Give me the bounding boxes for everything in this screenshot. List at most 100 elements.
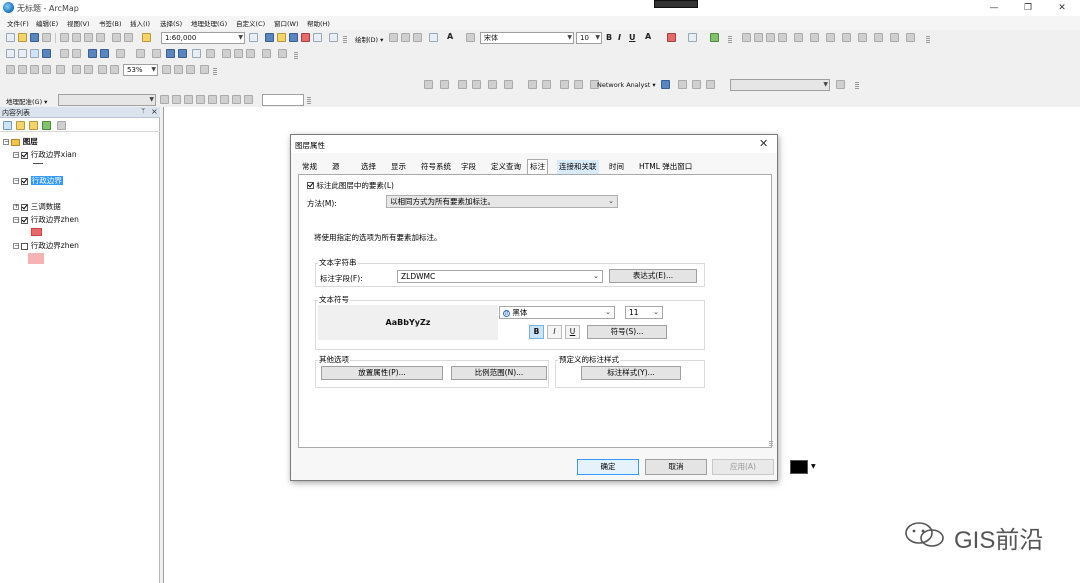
directions-icon[interactable] — [836, 80, 845, 89]
drawing-menu[interactable]: 绘制(D) ▾ — [355, 34, 383, 44]
layer-visibility-checkbox[interactable] — [21, 151, 29, 159]
symbol-underline-button[interactable]: U — [565, 325, 580, 339]
change-layout-icon[interactable] — [186, 65, 195, 74]
scale-tool-icon[interactable] — [184, 95, 193, 104]
label-field-select[interactable]: ZLDWMC ⌄ — [397, 270, 603, 283]
text-symbol-preview[interactable]: AaBbYyZz — [318, 305, 498, 340]
find-icon[interactable] — [222, 49, 231, 58]
collapse-icon[interactable]: − — [13, 243, 19, 249]
html-popup-icon[interactable] — [192, 49, 201, 58]
rectangle-icon[interactable] — [429, 33, 438, 42]
go-forward-extent-icon[interactable] — [110, 65, 119, 74]
print-icon[interactable] — [42, 33, 51, 42]
tab-fields[interactable]: 字段 — [459, 160, 478, 174]
toolbar-grip[interactable] — [307, 97, 311, 105]
toolbar-grip[interactable] — [213, 68, 217, 76]
edit-vertices-icon[interactable] — [466, 33, 475, 42]
flip-icon[interactable] — [826, 33, 835, 42]
rotate-left-icon[interactable] — [842, 33, 851, 42]
sketch-tool-icon[interactable] — [472, 80, 481, 89]
layout-zoom-out-icon[interactable] — [18, 65, 27, 74]
delete-icon[interactable] — [96, 33, 105, 42]
font-color-icon[interactable]: A — [645, 32, 651, 41]
tab-selection[interactable]: 选择 — [359, 160, 378, 174]
search-window-icon[interactable] — [289, 33, 298, 42]
order-icon[interactable] — [794, 33, 803, 42]
toc-layer-4[interactable]: − 行政边界zhen — [13, 214, 79, 225]
select-elements-icon[interactable] — [389, 33, 398, 42]
find-route-icon[interactable] — [234, 49, 243, 58]
topology-icon[interactable] — [424, 80, 433, 89]
toolbar-grip[interactable] — [343, 36, 347, 44]
bold-button[interactable]: B — [606, 33, 612, 42]
toolbar-grip[interactable] — [926, 36, 930, 44]
python-window-icon[interactable] — [313, 33, 322, 42]
tab-html-popup[interactable]: HTML 弹出窗口 — [637, 160, 694, 174]
rotate-georef-icon[interactable] — [574, 80, 583, 89]
reshape-icon[interactable] — [504, 80, 513, 89]
select-move-location-icon[interactable] — [692, 80, 701, 89]
zoom-percent-combo[interactable]: 53% ▼ — [123, 64, 158, 76]
method-select[interactable]: 以相同方式为所有要素加标注。 ⌄ — [386, 195, 618, 208]
add-control-point-icon[interactable] — [196, 95, 205, 104]
layer-visibility-checkbox[interactable] — [21, 177, 29, 185]
tab-symbology[interactable]: 符号系统 — [419, 160, 453, 174]
modelbuilder-icon[interactable] — [329, 33, 338, 42]
tab-general[interactable]: 常规 — [300, 160, 319, 174]
layer-visibility-checkbox[interactable] — [21, 216, 29, 224]
split-icon[interactable] — [488, 80, 497, 89]
menu-view[interactable]: 视图(V) — [67, 18, 90, 28]
editor-toolbar-icon[interactable] — [249, 33, 258, 42]
georeferencing-menu[interactable]: 地理配准(G) ▾ — [6, 96, 47, 106]
pan-icon[interactable] — [30, 49, 39, 58]
scale-combo[interactable]: 1:60,000 ▼ — [161, 32, 245, 44]
menu-insert[interactable]: 插入(I) — [130, 18, 150, 28]
tab-source[interactable]: 源 — [330, 160, 342, 174]
transparency-field[interactable] — [262, 94, 304, 106]
full-extent-icon[interactable] — [42, 49, 51, 58]
close-window-button[interactable]: ✕ — [1047, 0, 1077, 16]
symbol-button[interactable]: 符号(S)... — [587, 325, 667, 339]
distribute-icon[interactable] — [754, 33, 763, 42]
snapping-icon[interactable] — [440, 80, 449, 89]
select-elements-icon[interactable] — [152, 49, 161, 58]
zoom-100-icon[interactable] — [56, 65, 65, 74]
add-data-icon[interactable] — [142, 33, 151, 42]
collapse-icon[interactable]: − — [13, 152, 19, 158]
group-icon[interactable] — [766, 33, 775, 42]
tab-definition-query[interactable]: 定义查询 — [489, 160, 523, 174]
menu-windows[interactable]: 窗口(W) — [274, 18, 299, 28]
list-by-selection-icon[interactable] — [42, 121, 51, 130]
symbol-bold-button[interactable]: B — [529, 325, 544, 339]
label-styles-button[interactable]: 标注样式(Y)... — [581, 366, 681, 380]
font-combo[interactable]: 宋体 ▼ — [480, 32, 574, 44]
resize-grip[interactable] — [769, 441, 773, 447]
toc-options-icon[interactable] — [57, 121, 66, 130]
layout-view-icon[interactable] — [890, 33, 899, 42]
layer-visibility-checkbox[interactable] — [21, 242, 29, 250]
georef-layer-combo[interactable]: ▼ — [58, 94, 156, 106]
cut-icon[interactable] — [60, 33, 69, 42]
apply-button[interactable]: 应用(A) — [712, 459, 774, 475]
close-icon[interactable]: ✕ — [759, 137, 768, 150]
map-view-icon[interactable] — [906, 33, 915, 42]
menu-geoprocessing[interactable]: 地理处理(G) — [191, 18, 227, 28]
time-slider-icon[interactable] — [262, 49, 271, 58]
ok-button[interactable]: 确定 — [577, 459, 639, 475]
data-driven-pages-icon[interactable] — [200, 65, 209, 74]
go-forward-icon[interactable] — [100, 49, 109, 58]
list-by-visibility-icon[interactable] — [29, 121, 38, 130]
chevron-down-icon[interactable]: ▼ — [811, 463, 816, 470]
symbol-italic-button[interactable]: I — [547, 325, 562, 339]
text-tool-icon[interactable]: A — [447, 32, 453, 41]
marker-color-icon[interactable] — [710, 33, 719, 42]
list-by-drawing-order-icon[interactable] — [3, 121, 12, 130]
rotate-icon[interactable] — [401, 33, 410, 42]
tab-display[interactable]: 显示 — [389, 160, 408, 174]
symbol-size-select[interactable]: 11 ⌄ — [625, 306, 663, 319]
nudge-icon[interactable] — [810, 33, 819, 42]
layout-zoom-in-icon[interactable] — [6, 65, 15, 74]
toc-root[interactable]: − 图层 — [3, 136, 38, 147]
tab-joins-relates[interactable]: 连接和关联 — [557, 160, 599, 174]
menu-file[interactable]: 文件(F) — [7, 18, 29, 28]
